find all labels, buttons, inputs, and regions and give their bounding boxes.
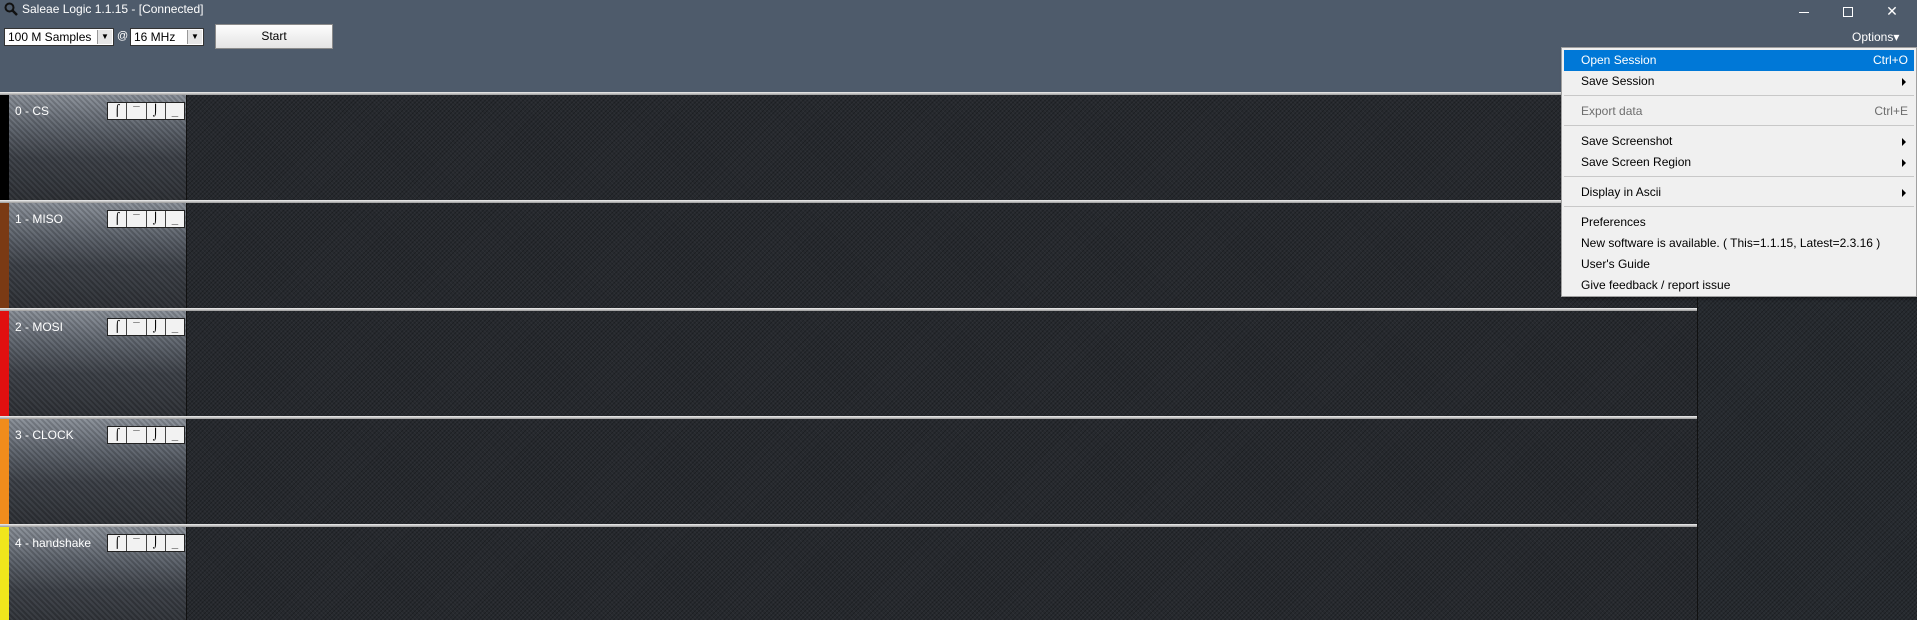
samples-select[interactable]: 100 M Samples ▼ — [4, 28, 114, 46]
channel-label-panel[interactable]: 0 - CS ⌠ ‾ ⌡ _ — [9, 95, 187, 200]
sample-rate-select[interactable]: 16 MHz ▼ — [130, 28, 204, 46]
minimize-icon — [1799, 11, 1809, 13]
channel-row: 1 - MISO ⌠ ‾ ⌡ _ — [0, 200, 1697, 308]
low-level-trigger-button[interactable]: _ — [166, 211, 184, 227]
menu-item-save-screenshot[interactable]: Save Screenshot — [1564, 131, 1914, 152]
menu-separator — [1564, 176, 1914, 177]
falling-edge-trigger-button[interactable]: ⌡ — [147, 103, 166, 119]
high-level-trigger-button[interactable]: ‾ — [127, 211, 147, 227]
rising-edge-trigger-button[interactable]: ⌠ — [108, 319, 128, 335]
menu-separator — [1564, 125, 1914, 126]
trigger-buttons: ⌠ ‾ ⌡ _ — [107, 318, 185, 336]
waveform-area[interactable] — [187, 203, 1697, 308]
channel-color-strip — [0, 95, 9, 200]
options-menu: Open Session Ctrl+O Save Session Export … — [1561, 47, 1917, 297]
restore-button[interactable] — [1830, 0, 1866, 22]
channel-color-strip — [0, 311, 9, 416]
submenu-arrow-icon — [1902, 138, 1906, 146]
channel-label-panel[interactable]: 2 - MOSI ⌠ ‾ ⌡ _ — [9, 311, 187, 416]
channel-color-strip — [0, 203, 9, 308]
waveform-area[interactable] — [187, 419, 1697, 524]
close-button[interactable]: ✕ — [1874, 0, 1910, 22]
channel-label-panel[interactable]: 3 - CLOCK ⌠ ‾ ⌡ _ — [9, 419, 187, 524]
restore-icon — [1843, 7, 1853, 18]
channel-row: 4 - handshake ⌠ ‾ ⌡ _ — [0, 524, 1697, 620]
options-button[interactable]: Options▾ — [1852, 30, 1899, 44]
title-bar: Saleae Logic 1.1.15 - [Connected] ✕ — [0, 0, 1917, 20]
falling-edge-trigger-button[interactable]: ⌡ — [147, 211, 166, 227]
start-button[interactable]: Start — [215, 24, 333, 49]
waveform-area[interactable] — [187, 311, 1697, 416]
channel-name[interactable]: 3 - CLOCK — [15, 428, 74, 442]
minimize-button[interactable] — [1786, 0, 1822, 22]
channel-label-panel[interactable]: 1 - MISO ⌠ ‾ ⌡ _ — [9, 203, 187, 308]
rising-edge-trigger-button[interactable]: ⌠ — [108, 427, 128, 443]
magnifier-icon — [4, 2, 18, 16]
trigger-buttons: ⌠ ‾ ⌡ _ — [107, 210, 185, 228]
falling-edge-trigger-button[interactable]: ⌡ — [147, 319, 166, 335]
channel-label-panel[interactable]: 4 - handshake ⌠ ‾ ⌡ _ — [9, 527, 187, 620]
high-level-trigger-button[interactable]: ‾ — [127, 427, 147, 443]
samples-value: 100 M Samples — [8, 30, 92, 44]
submenu-arrow-icon — [1902, 78, 1906, 86]
saleae-logic-window: Saleae Logic 1.1.15 - [Connected] ✕ 100 … — [0, 0, 1917, 620]
channel-name[interactable]: 1 - MISO — [15, 212, 63, 226]
menu-item-new-software[interactable]: New software is available. ( This=1.1.15… — [1564, 233, 1914, 254]
low-level-trigger-button[interactable]: _ — [166, 535, 184, 551]
menu-item-give-feedback[interactable]: Give feedback / report issue — [1564, 275, 1914, 296]
trigger-buttons: ⌠ ‾ ⌡ _ — [107, 102, 185, 120]
rising-edge-trigger-button[interactable]: ⌠ — [108, 103, 128, 119]
rate-value: 16 MHz — [134, 30, 176, 44]
menu-item-save-screen-region[interactable]: Save Screen Region — [1564, 152, 1914, 173]
window-title: Saleae Logic 1.1.15 - [Connected] — [22, 2, 204, 16]
high-level-trigger-button[interactable]: ‾ — [127, 319, 147, 335]
high-level-trigger-button[interactable]: ‾ — [127, 103, 147, 119]
channel-name[interactable]: 4 - handshake — [15, 536, 91, 550]
trigger-buttons: ⌠ ‾ ⌡ _ — [107, 426, 185, 444]
menu-item-open-session[interactable]: Open Session Ctrl+O — [1564, 50, 1914, 71]
channel-name[interactable]: 2 - MOSI — [15, 320, 63, 334]
submenu-arrow-icon — [1902, 189, 1906, 197]
low-level-trigger-button[interactable]: _ — [166, 427, 184, 443]
waveform-area[interactable] — [187, 95, 1697, 200]
high-level-trigger-button[interactable]: ‾ — [127, 535, 147, 551]
falling-edge-trigger-button[interactable]: ⌡ — [147, 427, 166, 443]
falling-edge-trigger-button[interactable]: ⌡ — [147, 535, 166, 551]
low-level-trigger-button[interactable]: _ — [166, 319, 184, 335]
dropdown-arrow-icon[interactable]: ▼ — [187, 30, 202, 44]
low-level-trigger-button[interactable]: _ — [166, 103, 184, 119]
menu-item-users-guide[interactable]: User's Guide — [1564, 254, 1914, 275]
rising-edge-trigger-button[interactable]: ⌠ — [108, 211, 128, 227]
channel-row: 3 - CLOCK ⌠ ‾ ⌡ _ — [0, 416, 1697, 524]
channel-name[interactable]: 0 - CS — [15, 104, 49, 118]
menu-item-save-session[interactable]: Save Session — [1564, 71, 1914, 92]
menu-item-display-in-ascii[interactable]: Display in Ascii — [1564, 182, 1914, 203]
dropdown-arrow-icon[interactable]: ▼ — [97, 30, 112, 44]
channel-row: 2 - MOSI ⌠ ‾ ⌡ _ — [0, 308, 1697, 416]
rising-edge-trigger-button[interactable]: ⌠ — [108, 535, 128, 551]
close-icon: ✕ — [1886, 3, 1898, 19]
at-label: @ — [117, 30, 129, 42]
menu-separator — [1564, 206, 1914, 207]
channel-color-strip — [0, 527, 9, 620]
menu-separator — [1564, 95, 1914, 96]
channel-row: 0 - CS ⌠ ‾ ⌡ _ — [0, 92, 1697, 200]
channel-color-strip — [0, 419, 9, 524]
waveform-area[interactable] — [187, 527, 1697, 620]
menu-item-preferences[interactable]: Preferences — [1564, 212, 1914, 233]
submenu-arrow-icon — [1902, 159, 1906, 167]
menu-item-export-data[interactable]: Export data Ctrl+E — [1564, 101, 1914, 122]
trigger-buttons: ⌠ ‾ ⌡ _ — [107, 534, 185, 552]
